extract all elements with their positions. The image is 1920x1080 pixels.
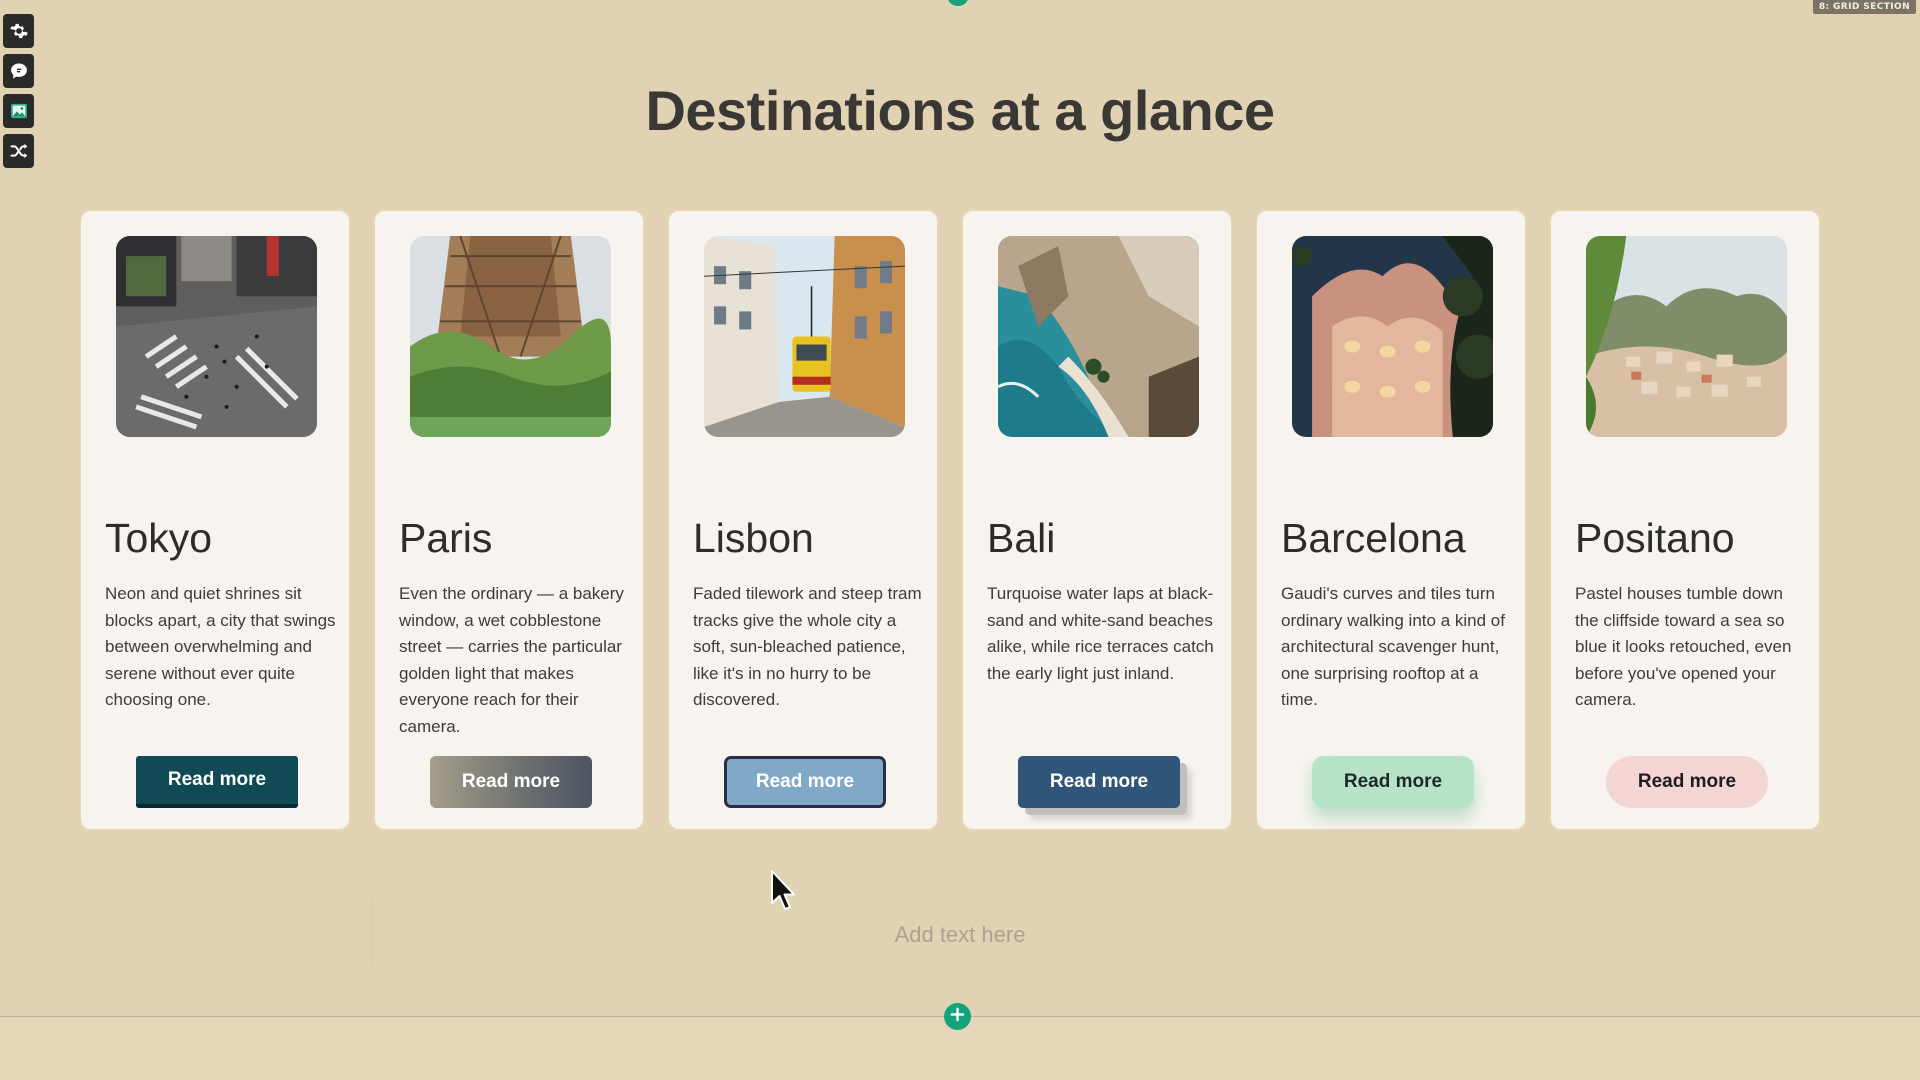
read-more-button[interactable]: Read more — [430, 756, 592, 808]
mouse-pointer-icon — [770, 869, 796, 913]
card-description[interactable]: Faded tilework and steep tram tracks giv… — [693, 581, 925, 714]
plus-icon — [950, 1007, 965, 1027]
section-label-badge: 8: GRID SECTION — [1812, 0, 1916, 14]
destination-card[interactable]: Paris Even the ordinary — a bakery windo… — [373, 209, 645, 831]
gear-icon — [9, 21, 29, 41]
add-section-button[interactable] — [944, 1003, 971, 1030]
destination-card-grid: Tokyo Neon and quiet shrines sit blocks … — [79, 209, 1821, 831]
read-more-button[interactable]: Read more — [1606, 756, 1768, 808]
section-heading[interactable]: Destinations at a glance — [0, 78, 1920, 143]
card-title[interactable]: Positano — [1575, 515, 1735, 562]
read-more-button[interactable]: Read more — [1312, 756, 1474, 808]
read-more-button[interactable]: Read more — [724, 756, 886, 808]
card-title[interactable]: Paris — [399, 515, 492, 562]
card-description[interactable]: Gaudi's curves and tiles turn ordinary w… — [1281, 581, 1513, 714]
card-title[interactable]: Lisbon — [693, 515, 814, 562]
positano-cliffside-photo[interactable] — [1586, 236, 1787, 437]
lisbon-tram-photo[interactable] — [704, 236, 905, 437]
destination-card[interactable]: Barcelona Gaudi's curves and tiles turn … — [1255, 209, 1527, 831]
bali-coast-photo[interactable] — [998, 236, 1199, 437]
destination-card[interactable]: Tokyo Neon and quiet shrines sit blocks … — [79, 209, 351, 831]
paris-eiffel-photo[interactable] — [410, 236, 611, 437]
destination-card[interactable]: Positano Pastel houses tumble down the c… — [1549, 209, 1821, 831]
shuffle-icon — [9, 141, 29, 161]
barcelona-gaudi-photo[interactable] — [1292, 236, 1493, 437]
card-description[interactable]: Turquoise water laps at black-sand and w… — [987, 581, 1219, 687]
read-more-button[interactable]: Read more — [136, 756, 298, 808]
tokyo-crossing-photo[interactable] — [116, 236, 317, 437]
card-description[interactable]: Pastel houses tumble down the cliffside … — [1575, 581, 1807, 714]
add-text-placeholder[interactable]: Add text here — [0, 922, 1920, 948]
add-block-top-handle[interactable] — [948, 0, 968, 6]
destination-card[interactable]: Bali Turquoise water laps at black-sand … — [961, 209, 1233, 831]
editor-canvas: 8: GRID SECTION Destinations at a glance — [0, 0, 1920, 1080]
card-title[interactable]: Tokyo — [105, 515, 212, 562]
card-description[interactable]: Neon and quiet shrines sit blocks apart,… — [105, 581, 337, 714]
destination-card[interactable]: Lisbon Faded tilework and steep tram tra… — [667, 209, 939, 831]
card-title[interactable]: Bali — [987, 515, 1055, 562]
card-description[interactable]: Even the ordinary — a bakery window, a w… — [399, 581, 631, 740]
card-title[interactable]: Barcelona — [1281, 515, 1466, 562]
read-more-button[interactable]: Read more — [1018, 756, 1180, 808]
settings-tool-button[interactable] — [3, 14, 34, 48]
